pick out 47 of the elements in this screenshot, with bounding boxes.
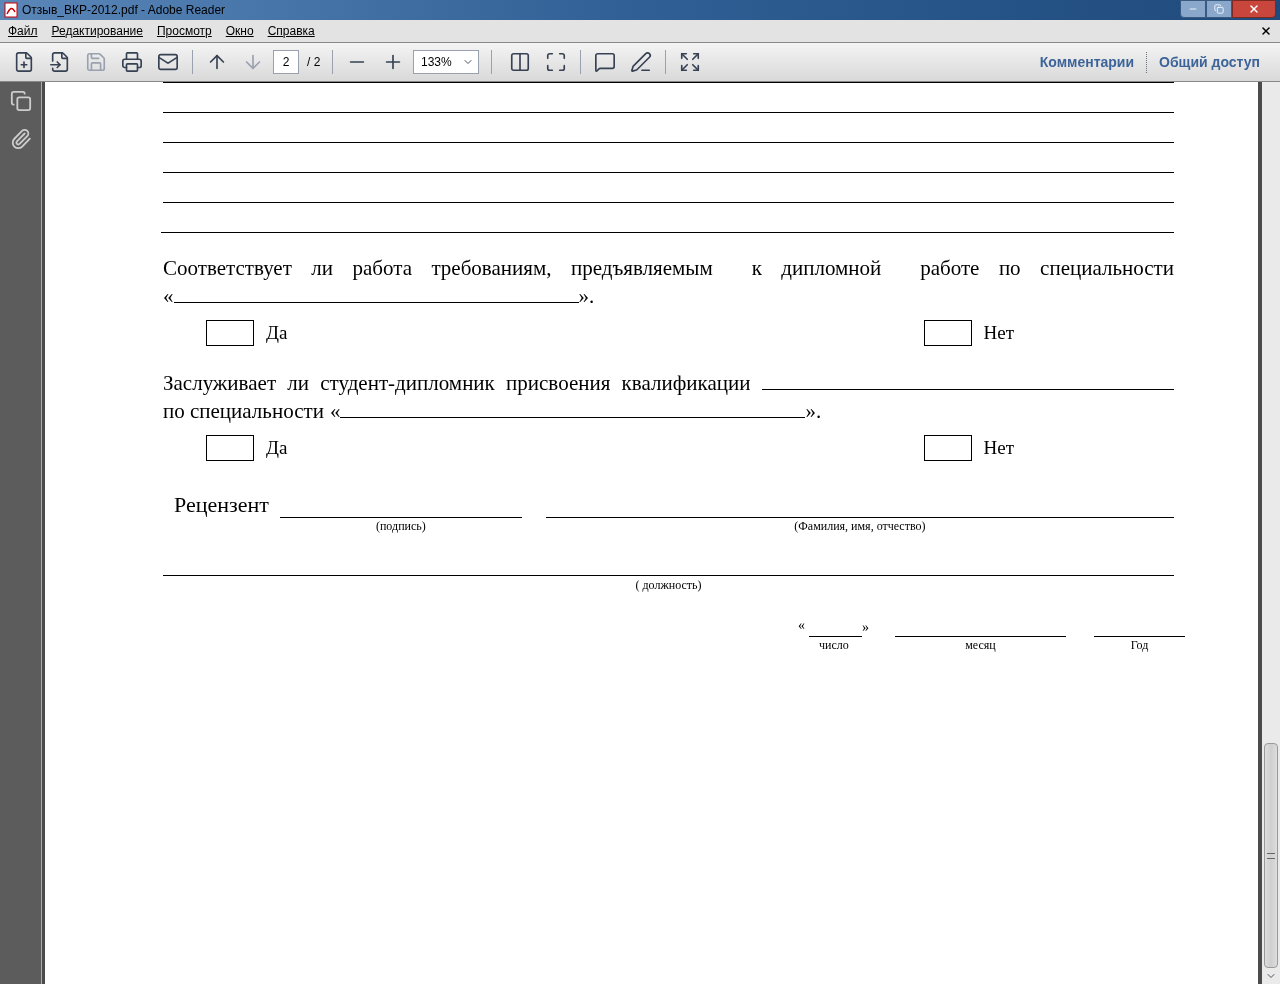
restore-button[interactable] — [1206, 0, 1232, 18]
open-quote: « — [163, 283, 174, 310]
close-icon — [1248, 3, 1260, 15]
field-caption: ( должность) — [635, 577, 702, 593]
close-icon[interactable] — [1260, 25, 1272, 37]
field-caption: число — [818, 637, 849, 653]
field-caption: (подпись) — [375, 518, 426, 534]
close-quote: » — [862, 621, 869, 635]
question-text: по специальности — [163, 397, 324, 425]
close-quote: ». — [578, 283, 595, 310]
field-caption: (Фамилия, имя, отчество) — [794, 518, 926, 534]
question-text: Соответствует ли работа требованиям, предъявляемым к дипломной работе по специальности — [163, 255, 1174, 282]
close-quote: ». — [805, 397, 822, 425]
page-total: / 2 — [306, 54, 322, 71]
page-number-field[interactable]: 2 — [273, 50, 299, 74]
restore-icon — [1214, 4, 1224, 14]
menu-item[interactable]: Справка — [267, 22, 315, 40]
checkbox[interactable] — [206, 320, 254, 347]
open-quote: « — [798, 617, 805, 635]
reviewer-label: Рецензент — [174, 492, 269, 518]
zoom-field[interactable]: 133% — [413, 50, 480, 74]
checkbox[interactable] — [206, 434, 254, 461]
question-text: Заслуживает ли студент-дипломник присвоения квалификации — [163, 369, 751, 397]
scrollbar-thumb[interactable] — [1264, 743, 1278, 968]
option-label: Да — [266, 321, 288, 345]
pdf-file-icon — [4, 2, 18, 18]
close-button[interactable] — [1232, 0, 1276, 18]
option-label: Нет — [983, 435, 1014, 460]
panel-tab[interactable]: Комментарии — [1027, 51, 1147, 73]
open-quote: « — [329, 397, 341, 425]
checkbox[interactable] — [923, 434, 972, 461]
field-caption: Год — [1130, 637, 1149, 653]
menu-item[interactable]: Просмотр — [156, 22, 212, 40]
field-caption: месяц — [965, 637, 996, 653]
menu-item[interactable]: Файл — [8, 22, 38, 40]
pages-icon[interactable] — [9, 90, 32, 112]
window-title: Отзыв_ВКР-2012.pdf - Adobe Reader — [22, 2, 226, 19]
menu-item[interactable]: Редактирование — [51, 22, 143, 40]
scrollbar[interactable] — [1262, 82, 1280, 984]
attachment-icon[interactable] — [9, 128, 32, 150]
option-label: Да — [266, 435, 288, 460]
menu-item[interactable]: Окно — [225, 22, 254, 40]
option-label: Нет — [983, 321, 1014, 345]
checkbox[interactable] — [923, 320, 972, 347]
zoom-value: 133% — [420, 54, 453, 71]
panel-tab[interactable]: Общий доступ — [1146, 51, 1272, 73]
minimize-button[interactable] — [1180, 0, 1206, 18]
